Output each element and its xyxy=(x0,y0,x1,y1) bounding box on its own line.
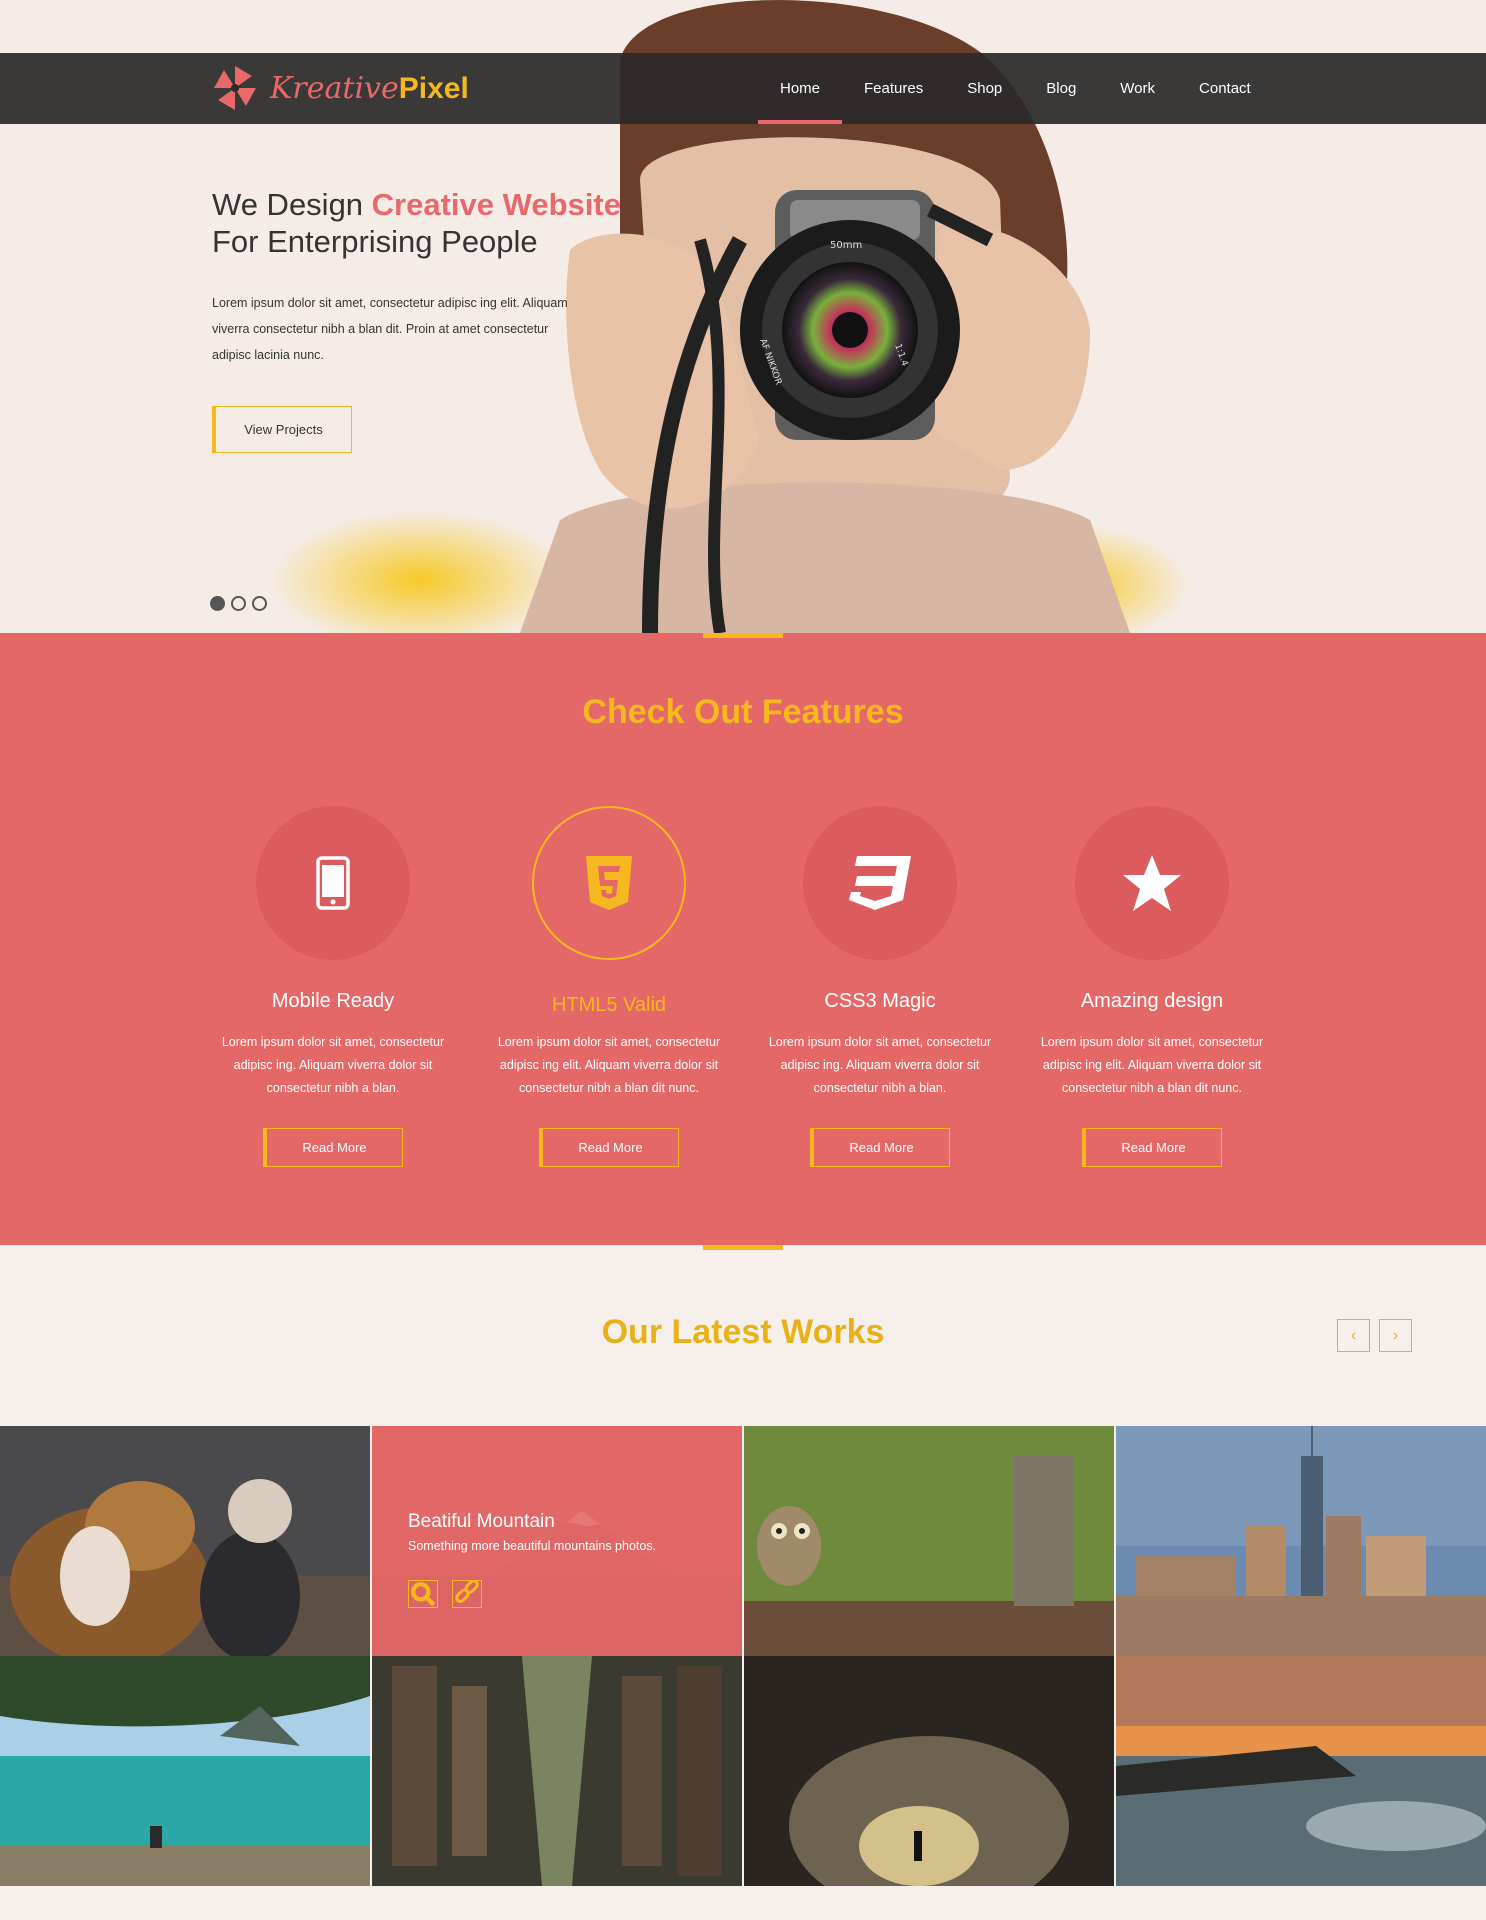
work-tile-actions xyxy=(408,1580,482,1608)
work-tile[interactable] xyxy=(0,1656,370,1886)
feature-text: Lorem ipsum dolor sit amet, consectetur … xyxy=(497,1035,721,1095)
works-title: Our Latest Works xyxy=(0,1313,1486,1352)
navbar: KreativePixel Home Features Shop Blog Wo… xyxy=(0,53,1486,124)
slider-dot-2[interactable] xyxy=(231,596,246,611)
feature-icon-circle xyxy=(532,806,686,960)
hero-title: We Design Creative Website For Enterpris… xyxy=(212,186,621,260)
read-more-button[interactable]: Read More xyxy=(263,1128,403,1167)
feature-text: Lorem ipsum dolor sit amet, consectetur … xyxy=(768,1035,992,1095)
view-projects-button[interactable]: View Projects xyxy=(212,406,352,453)
feature-icon-circle xyxy=(256,806,410,960)
work-tile-title: Beatiful Mountain xyxy=(408,1511,555,1532)
work-photo-pier xyxy=(372,1656,742,1886)
feature-card-design: Amazing design Lorem ipsum dolor sit ame… xyxy=(1027,806,1277,1167)
work-photo-city xyxy=(1116,1426,1486,1656)
hero-title-line2: For Enterprising People xyxy=(212,224,538,259)
feature-icon-circle xyxy=(1075,806,1229,960)
search-icon xyxy=(411,1582,436,1607)
feature-text: Lorem ipsum dolor sit amet, consectetur … xyxy=(221,1035,445,1095)
lens-mm-text: 50mm xyxy=(830,240,862,251)
main-nav: Home Features Shop Blog Work Contact xyxy=(758,53,1273,124)
link-icon xyxy=(455,1581,479,1604)
features-title-part1: Check Out xyxy=(582,693,762,731)
feature-text: Lorem ipsum dolor sit amet, consectetur … xyxy=(1040,1035,1264,1095)
works-grid: Beatiful Mountain Something more beautif… xyxy=(0,1426,1486,1886)
works-title-part1: Our Latest xyxy=(601,1313,782,1351)
feature-title: Mobile Ready xyxy=(271,990,395,1012)
read-more-button[interactable]: Read More xyxy=(539,1128,679,1167)
link-button[interactable] xyxy=(452,1580,482,1608)
work-tile[interactable] xyxy=(744,1656,1114,1886)
work-photo-sea xyxy=(1116,1656,1486,1886)
feature-title: CSS3 Magic xyxy=(824,990,936,1012)
features-title-bold: Features xyxy=(761,693,904,731)
chevron-left-icon: ‹ xyxy=(1350,1326,1357,1344)
logo[interactable]: KreativePixel xyxy=(212,63,469,113)
nav-home[interactable]: Home xyxy=(758,53,843,124)
work-photo-owl xyxy=(744,1426,1114,1656)
slider-dots xyxy=(210,596,267,611)
read-more-button[interactable]: Read More xyxy=(810,1128,950,1167)
feature-icon-circle xyxy=(803,806,957,960)
nav-work[interactable]: Work xyxy=(1098,53,1177,124)
nav-contact[interactable]: Contact xyxy=(1177,53,1273,124)
works-title-bold: Works xyxy=(781,1313,885,1351)
work-tile-featured[interactable]: Beatiful Mountain Something more beautif… xyxy=(372,1426,742,1656)
work-tile[interactable] xyxy=(1116,1426,1486,1656)
zoom-button[interactable] xyxy=(408,1580,438,1608)
hero-section: 50mm AF NIKKOR 1:1.4 KreativePixel Home xyxy=(0,0,1486,633)
slider-dot-3[interactable] xyxy=(252,596,267,611)
work-tile[interactable] xyxy=(372,1656,742,1886)
work-tile-subtitle: Something more beautiful mountains photo… xyxy=(408,1539,657,1553)
logo-text-part2: Pixel xyxy=(398,71,469,105)
feature-card-html5: HTML5 Valid Lorem ipsum dolor sit amet, … xyxy=(484,806,734,1167)
work-tile[interactable] xyxy=(744,1426,1114,1656)
section-top-marker xyxy=(703,1245,783,1250)
feature-title: Amazing design xyxy=(1080,990,1224,1012)
chevron-right-icon: › xyxy=(1392,1326,1399,1344)
work-tile[interactable] xyxy=(1116,1656,1486,1886)
pinwheel-logo-icon xyxy=(214,66,256,110)
nav-shop[interactable]: Shop xyxy=(945,53,1024,124)
hero-text: Lorem ipsum dolor sit amet, consectetur … xyxy=(212,296,568,362)
nav-features[interactable]: Features xyxy=(842,53,945,124)
logo-text: KreativePixel xyxy=(270,71,469,106)
feature-card-css3: CSS3 Magic Lorem ipsum dolor sit amet, c… xyxy=(755,806,1005,1167)
work-photo-forest xyxy=(744,1656,1114,1886)
read-more-button[interactable]: Read More xyxy=(1082,1128,1222,1167)
nav-blog[interactable]: Blog xyxy=(1024,53,1098,124)
html5-icon xyxy=(586,856,632,910)
hero-title-part1: We Design xyxy=(212,187,372,222)
works-next-button[interactable]: › xyxy=(1379,1319,1412,1352)
hero-title-accent: Creative Website xyxy=(371,187,621,222)
work-tile[interactable] xyxy=(0,1426,370,1656)
work-photo-dog xyxy=(0,1426,370,1656)
star-icon xyxy=(1123,855,1181,911)
work-photo-lagoon xyxy=(0,1656,370,1886)
features-title: Check Out Features xyxy=(0,693,1486,732)
logo-text-part1: Kreative xyxy=(270,70,399,106)
section-top-marker xyxy=(703,633,783,638)
feature-title: HTML5 Valid xyxy=(551,994,667,1016)
page: 50mm AF NIKKOR 1:1.4 KreativePixel Home xyxy=(0,0,1486,1920)
slider-dot-1[interactable] xyxy=(210,596,225,611)
mobile-icon xyxy=(316,856,350,910)
feature-card-mobile: Mobile Ready Lorem ipsum dolor sit amet,… xyxy=(208,806,458,1167)
works-prev-button[interactable]: ‹ xyxy=(1337,1319,1370,1352)
css3-icon xyxy=(849,856,911,910)
features-section: Check Out Features Mobile Ready Lorem ip… xyxy=(0,633,1486,1245)
